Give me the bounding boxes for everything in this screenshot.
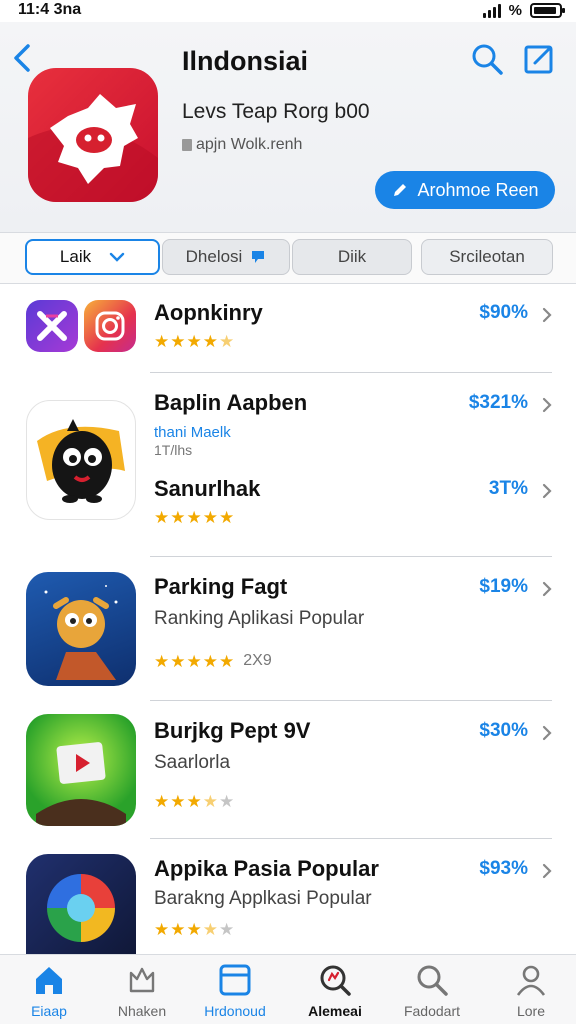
tab-hrdonoud[interactable]: Hrdonoud [190,963,280,1019]
filter-chip-label: Laik [59,247,92,266]
item-price: $90% [479,302,528,323]
item-title: Sanurlhak [154,476,261,501]
mascot-logo-icon [28,94,158,202]
filter-chip-srcileotan[interactable]: Srcileotan [421,239,553,275]
colorful-app-icon [26,854,136,954]
star-rating: ★ ★ ★ ★ ★ [154,508,235,527]
star-rating: ★ ★ ★ ★ ★ [154,792,235,811]
install-button[interactable]: Arohmoe Reen [375,171,555,209]
compose-icon[interactable] [522,42,556,76]
tab-fadodart[interactable]: Fadodart [387,963,477,1019]
item-price: 3T% [488,478,528,499]
search-icon [417,965,448,996]
item-title: Burjkg Pept 9V [154,718,311,743]
tab-alemeai[interactable]: Alemeai [290,963,380,1019]
window-icon [219,964,251,996]
chevron-right-icon [542,725,552,741]
app-header: Ilndonsiai Levs Teap Rorg b00 apjn Wolk.… [0,22,576,232]
tab-lore[interactable]: Lore [486,963,576,1019]
filter-chip-label: Dhelosi [185,247,243,266]
item-price: $93% [479,858,528,879]
tab-eiaap[interactable]: Eiaap [4,963,94,1019]
tab-label: Alemeai [308,1003,362,1019]
camera-app-icon [84,300,136,352]
item-title: Parking Fagt [154,574,288,599]
filter-bar: Laik Dhelosi Diik Srcileotan [0,232,576,284]
tab-label: Fadodart [403,1003,461,1019]
app-icon [28,68,158,202]
pencil-icon [394,184,407,196]
filter-chip-laik[interactable]: Laik [25,239,160,275]
install-button-label: Arohmoe Reen [417,179,539,200]
tab-nhaken[interactable]: Nhaken [97,963,187,1019]
filter-chip-label: Diik [337,247,367,266]
tab-label: Nhaken [117,1003,167,1019]
item-title: Aopnkinry [154,300,263,325]
status-bar: 11:4 3na % [0,0,576,22]
mascot-app-icon [26,400,136,520]
home-icon [36,967,62,994]
item-title: Appika Pasia Popular [154,856,379,881]
chevron-right-icon [542,397,552,413]
tab-label: Hrdonoud [204,1003,266,1019]
filter-chip-diik[interactable]: Diik [292,239,412,275]
x-app-icon [26,300,78,352]
chevron-down-icon [109,252,125,262]
back-chevron-icon[interactable] [8,40,38,76]
list-item[interactable]: Aopnkinry ★ ★ ★ ★ ★ $90% [0,284,576,373]
chevron-right-icon [542,307,552,323]
magnifier-badge-icon [320,965,351,996]
star-rating: ★ ★ ★ ★ ★ [154,332,235,351]
person-icon [516,965,546,996]
status-indicators: % [482,2,565,19]
item-subtitle: Saarlorla [154,752,231,773]
item-subtitle: Barakng Applkasi Popular [154,888,372,909]
tab-bar: Eiaap Nhaken Hrdonoud Alemeai Fadodart L… [0,954,576,1024]
battery-icon [530,3,565,18]
developer-name: apjn Wolk.renh [196,136,303,153]
filter-chip-dhelosi[interactable]: Dhelosi [162,239,290,275]
star-rating: ★ ★ ★ ★ ★ [154,920,235,939]
page-title: Ilndonsiai [182,46,309,76]
video-app-icon [26,714,136,826]
developer-line: apjn Wolk.renh [182,136,302,154]
chevron-right-icon [542,581,552,597]
item-price: $19% [479,576,528,597]
tab-label: Eiaap [31,1003,67,1019]
list-item[interactable]: Burjkg Pept 9V Saarlorla ★ ★ ★ ★ ★ $30% [0,700,576,839]
chat-bubble-icon [252,251,265,263]
item-subtitle: Ranking Aplikasi Popular [154,608,365,629]
item-tag-secondary: 1T/lhs [154,442,193,458]
item-price: $321% [468,392,528,413]
chevron-right-icon [542,863,552,879]
character-app-icon [26,572,136,686]
list-item[interactable]: Parking Fagt Ranking Aplikasi Popular ★ ★… [0,556,576,701]
status-time: 11:4 3na [18,1,82,18]
filter-chip-label: Srcileotan [449,247,525,266]
list-item[interactable]: Baplin Aapben thani Maelk 1T/lhs $321% S… [0,372,576,557]
item-price: $30% [479,720,528,741]
search-icon[interactable] [470,42,504,76]
chevron-right-icon [542,483,552,499]
developer-icon [182,139,192,151]
item-title: Baplin Aapben [154,390,308,415]
item-tag: thani Maelk [154,424,231,441]
star-rating: ★ ★ ★ ★ ★ 2X9 [154,652,272,671]
signal-icon [482,3,501,18]
crown-icon [129,967,155,993]
battery-percent: % [508,2,522,19]
rating-count: 2X9 [243,652,272,669]
tab-label: Lore [516,1003,546,1019]
app-subtitle: Levs Teap Rorg b00 [182,100,370,123]
list-item[interactable]: Appika Pasia Popular Barakng Applkasi Po… [0,838,576,954]
